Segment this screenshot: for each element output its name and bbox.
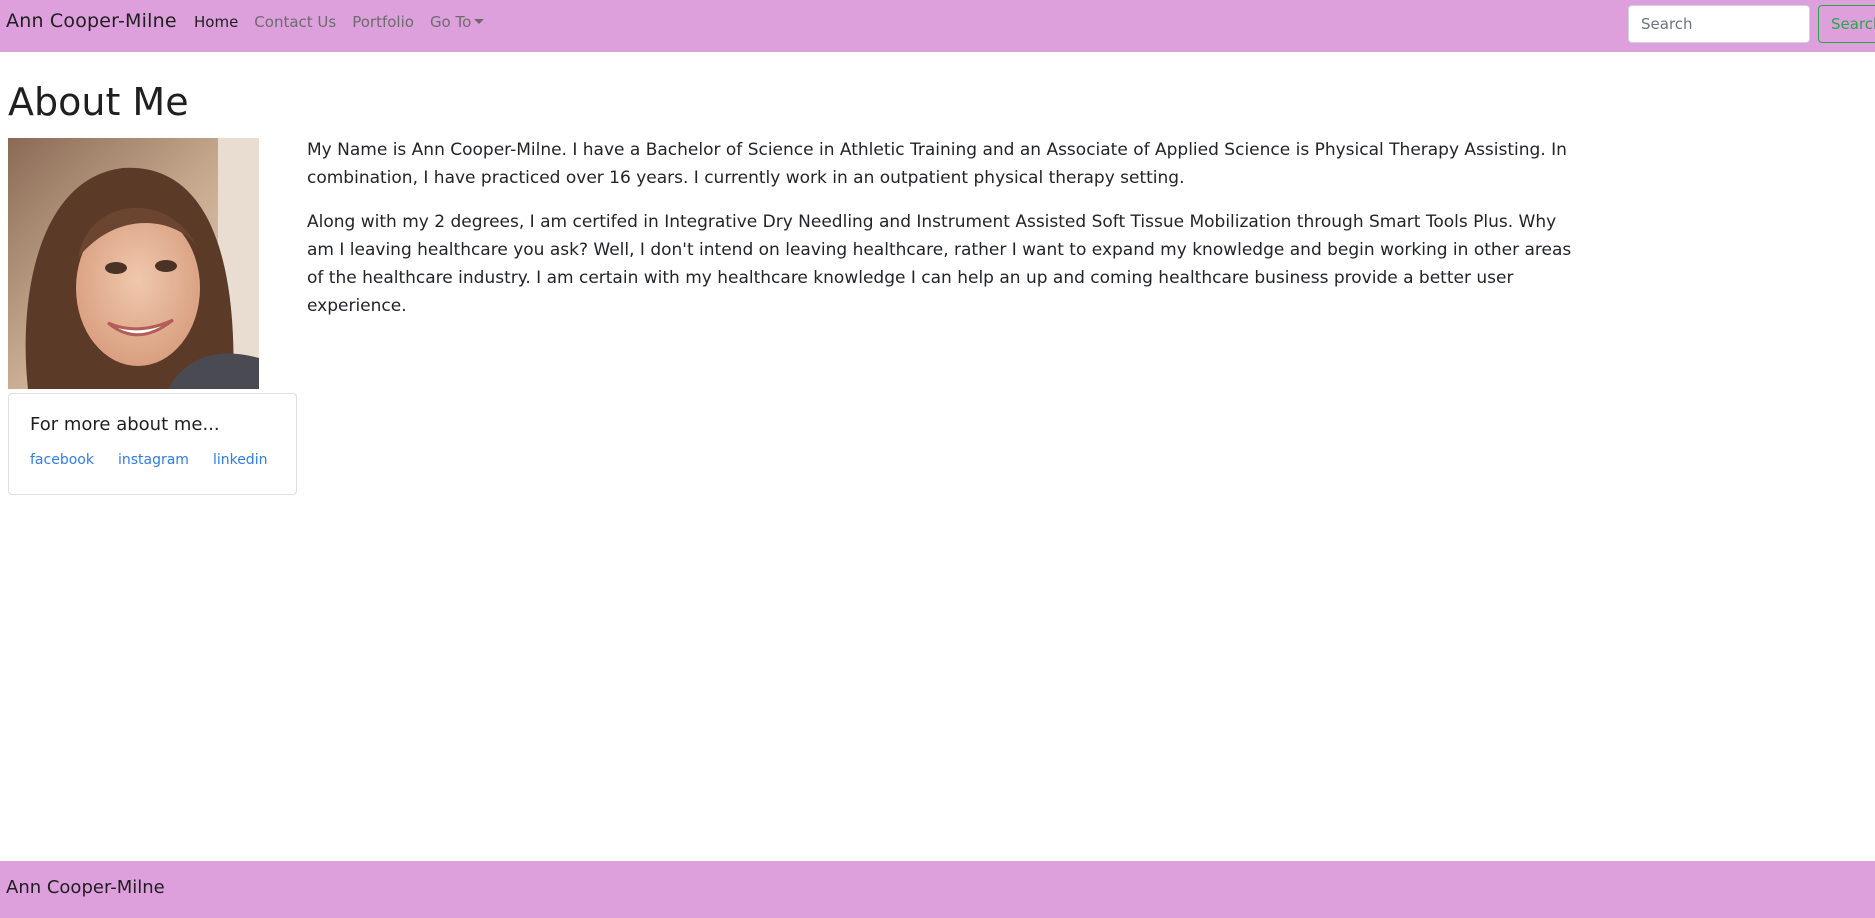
- search-button[interactable]: Search: [1818, 5, 1875, 43]
- nav-link-home[interactable]: Home: [194, 13, 238, 31]
- bio-paragraph: Along with my 2 degrees, I am certifed i…: [307, 212, 1572, 316]
- linkedin-link[interactable]: linkedin: [213, 452, 268, 468]
- top-navbar: Ann Cooper-Milne Home Contact Us Portfol…: [0, 0, 1875, 52]
- social-links-card: For more about me... facebook instagram …: [8, 393, 297, 495]
- facebook-link[interactable]: facebook: [30, 452, 94, 468]
- footer: Ann Cooper-Milne: [0, 861, 1875, 918]
- footer-brand: Ann Cooper-Milne: [6, 877, 165, 898]
- search-input[interactable]: [1628, 5, 1810, 43]
- nav-dropdown-go-to[interactable]: Go To: [429, 13, 485, 31]
- bio-paragraph: My Name is Ann Cooper-Milne. I have a Ba…: [307, 140, 1567, 188]
- profile-photo-image: [8, 138, 259, 389]
- instagram-link[interactable]: instagram: [118, 452, 189, 468]
- caret-down-icon: [474, 19, 485, 24]
- card-links: facebook instagram linkedin: [30, 452, 291, 468]
- page-title: About Me: [8, 80, 189, 124]
- bio-section: My Name is Ann Cooper-Milne. I have a Ba…: [307, 136, 1587, 336]
- brand-link[interactable]: Ann Cooper-Milne: [6, 10, 177, 32]
- profile-photo: [8, 138, 259, 389]
- card-title: For more about me...: [30, 414, 220, 435]
- nav-links: Home Contact Us Portfolio Go To: [194, 13, 500, 31]
- nav-link-portfolio[interactable]: Portfolio: [352, 13, 414, 31]
- nav-link-contact-us[interactable]: Contact Us: [254, 13, 336, 31]
- nav-dropdown-label: Go To: [429, 13, 472, 31]
